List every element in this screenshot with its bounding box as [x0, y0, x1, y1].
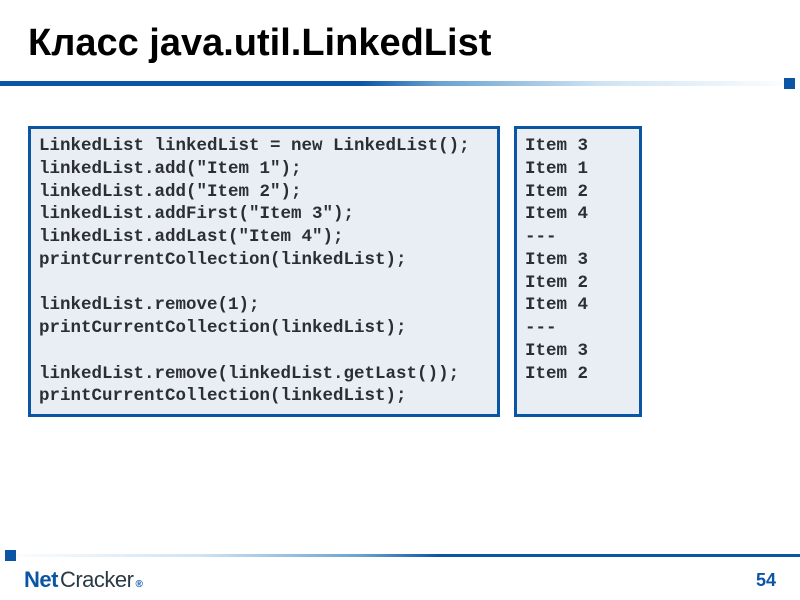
slide: Класс java.util.LinkedList LinkedList li…	[0, 0, 800, 600]
footer-divider	[0, 554, 800, 557]
brand-logo: NetCracker®	[24, 567, 143, 593]
content-area: LinkedList linkedList = new LinkedList()…	[0, 86, 800, 417]
brand-cracker: Cracker	[60, 567, 134, 593]
output-block: Item 3 Item 1 Item 2 Item 4 --- Item 3 I…	[514, 126, 642, 417]
code-block: LinkedList linkedList = new LinkedList()…	[28, 126, 500, 417]
divider-bullet-icon	[784, 78, 795, 89]
page-title: Класс java.util.LinkedList	[0, 0, 800, 75]
footer: NetCracker® 54	[0, 554, 800, 600]
footer-bullet-icon	[5, 550, 16, 561]
brand-reg: ®	[135, 579, 142, 590]
title-divider	[0, 81, 800, 86]
page-number: 54	[756, 570, 776, 591]
brand-net: Net	[24, 567, 58, 593]
